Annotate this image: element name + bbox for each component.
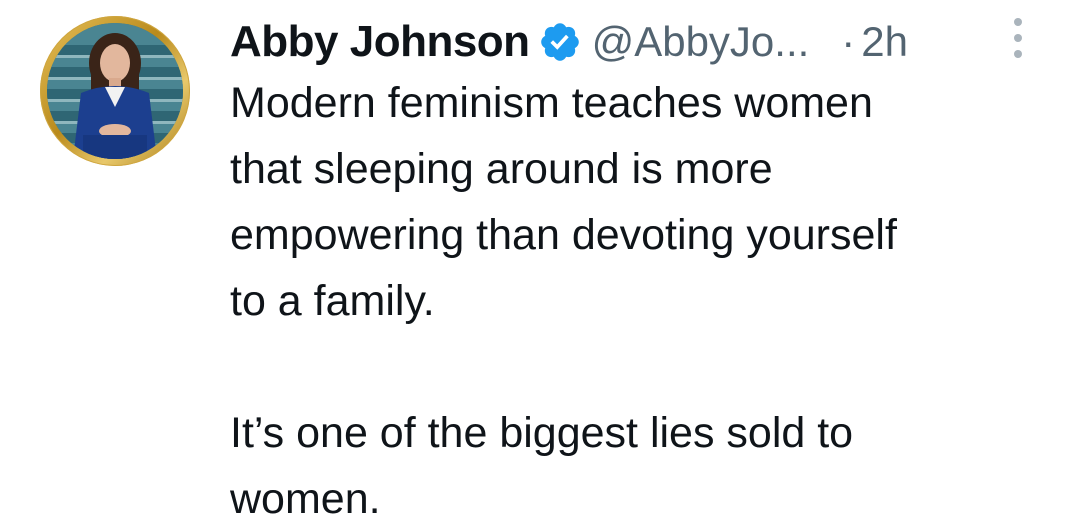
- tweet-text-line: Modern feminism teaches women: [230, 79, 873, 127]
- profile-photo: [47, 23, 183, 159]
- tweet[interactable]: Abby Johnson @AbbyJo... · 2h Modern femi…: [0, 0, 1080, 531]
- tweet-text: Modern feminism teaches women that sleep…: [230, 70, 1050, 532]
- tweet-text-line: that sleeping around is more: [230, 145, 773, 193]
- header-separator: ·: [841, 18, 856, 65]
- author-display-name[interactable]: Abby Johnson: [230, 17, 530, 67]
- author-handle[interactable]: @AbbyJo...: [592, 18, 810, 66]
- more-vertical-icon[interactable]: [1002, 14, 1034, 62]
- tweet-paragraph: It’s one of the biggest lies sold to wom…: [230, 400, 1050, 532]
- tweet-timestamp[interactable]: 2h: [861, 18, 908, 66]
- tweet-text-line: to a family.: [230, 277, 435, 325]
- verified-check-icon: [540, 23, 579, 61]
- avatar[interactable]: [40, 16, 190, 166]
- tweet-text-line: empowering than devoting yourself: [230, 211, 897, 259]
- avatar-image: [47, 23, 183, 159]
- tweet-text-line: It’s one of the biggest lies sold to: [230, 409, 854, 457]
- tweet-header: Abby Johnson @AbbyJo... · 2h: [230, 10, 1050, 74]
- tweet-text-line: women.: [230, 475, 381, 523]
- tweet-paragraph: Modern feminism teaches women that sleep…: [230, 70, 1050, 334]
